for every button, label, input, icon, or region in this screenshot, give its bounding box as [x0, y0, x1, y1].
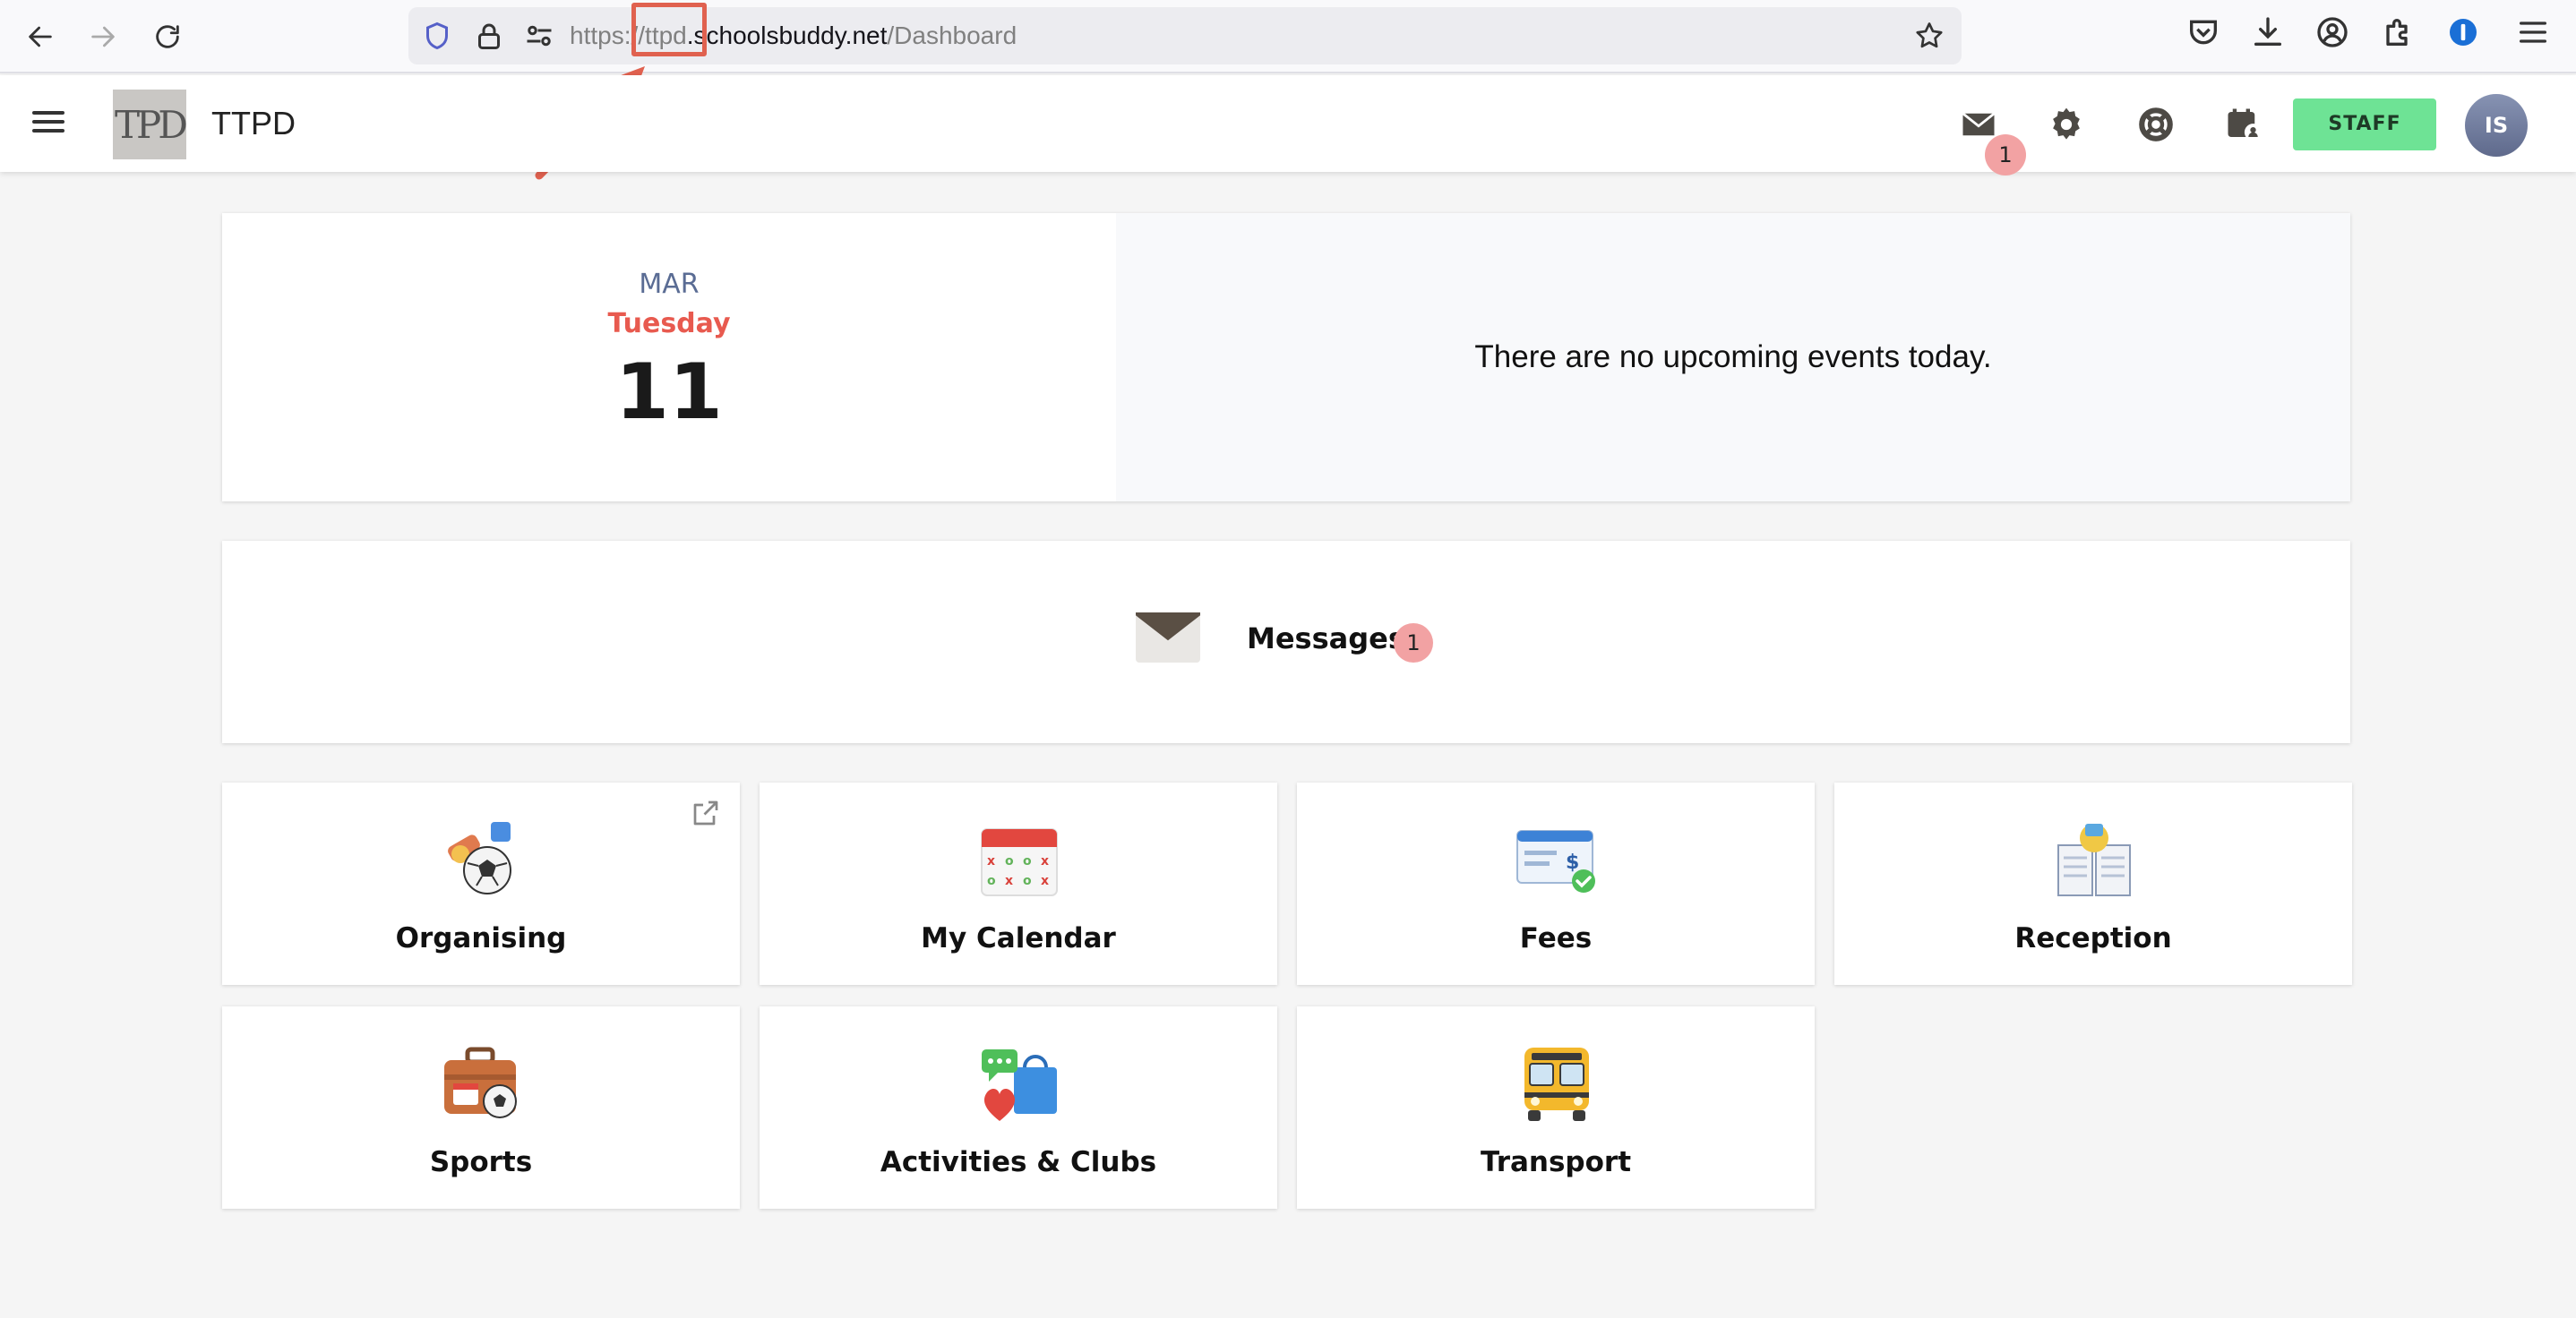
forward-button[interactable] — [79, 13, 127, 61]
tile-label: My Calendar — [921, 922, 1116, 954]
events-pane: There are no upcoming events today. — [1116, 213, 2350, 501]
logo-text: TPD — [115, 102, 188, 147]
lock-icon[interactable] — [473, 20, 505, 52]
app-name: TTPD — [211, 105, 296, 141]
messages-count-badge: 1 — [1394, 623, 1433, 663]
url-host: .schoolsbuddy.net — [686, 21, 888, 49]
envelope-icon — [1962, 112, 1996, 136]
svg-text:$: $ — [1566, 852, 1579, 874]
tile-my-calendar[interactable]: xoox oxox My Calendar — [760, 783, 1277, 985]
svg-text:o: o — [1023, 854, 1032, 869]
settings-button[interactable] — [2044, 102, 2089, 147]
date-pane: MAR Tuesday 11 — [222, 213, 1116, 501]
activities-icon — [982, 1049, 1057, 1121]
sports-bag-icon — [444, 1047, 517, 1118]
today-card: MAR Tuesday 11 There are no upcoming eve… — [222, 213, 2350, 501]
help-button[interactable] — [2134, 102, 2178, 147]
url-path: /Dashboard — [887, 21, 1018, 49]
shield-icon[interactable] — [421, 20, 453, 52]
tile-activities-clubs[interactable]: Activities & Clubs — [760, 1006, 1277, 1209]
svg-text:x: x — [1041, 874, 1049, 888]
tile-organising[interactable]: Organising — [222, 783, 740, 985]
account-icon[interactable] — [2314, 14, 2350, 50]
extensions-icon[interactable] — [2379, 14, 2415, 50]
school-bus-icon — [1524, 1048, 1589, 1121]
app-header: TPD TTPD — [0, 75, 2576, 172]
reload-icon — [156, 25, 179, 48]
svg-text:x: x — [1041, 854, 1049, 869]
school-logo[interactable]: TPD — [113, 90, 188, 159]
svg-text:x: x — [987, 854, 995, 869]
messages-notification-badge: 1 — [1985, 134, 2026, 175]
back-button[interactable] — [16, 13, 64, 61]
sports-balls-icon — [448, 822, 511, 894]
tile-label: Sports — [429, 1146, 533, 1178]
tile-label: Organising — [395, 922, 567, 954]
arrow-left-icon — [29, 26, 52, 47]
tile-label: Transport — [1480, 1146, 1632, 1178]
arrow-right-icon — [91, 26, 115, 47]
messages-label: Messages — [1247, 621, 1405, 655]
browser-toolbar: https://ttpd.schoolsbuddy.net/Dashboard — [0, 0, 2576, 73]
date-month: MAR — [639, 269, 700, 300]
date-weekday: Tuesday — [607, 308, 731, 339]
bookmark-star-icon[interactable] — [1913, 20, 1945, 52]
hamburger-menu-icon[interactable] — [32, 106, 72, 141]
envelope-icon — [1136, 612, 1200, 663]
reload-button[interactable] — [143, 13, 192, 61]
tile-transport[interactable]: Transport — [1297, 1006, 1815, 1209]
calendar-icon: xoox oxox — [981, 828, 1058, 896]
svg-text:o: o — [987, 874, 996, 888]
svg-text:x: x — [1005, 874, 1013, 888]
tile-fees[interactable]: $ Fees — [1297, 783, 1815, 985]
tile-label: Fees — [1519, 922, 1593, 954]
external-link-icon[interactable] — [690, 797, 722, 829]
password-manager-icon[interactable] — [2445, 14, 2481, 50]
permissions-icon[interactable] — [523, 20, 555, 52]
tile-sports[interactable]: Sports — [222, 1006, 740, 1209]
lifebuoy-icon — [2139, 107, 2173, 141]
user-avatar[interactable]: IS — [2465, 94, 2528, 157]
staff-role-button[interactable]: STAFF — [2293, 98, 2436, 150]
svg-text:o: o — [1005, 854, 1014, 869]
tile-reception[interactable]: Reception — [1834, 783, 2352, 985]
tile-label: Activities & Clubs — [880, 1146, 1157, 1178]
annotation-highlight-box — [631, 3, 707, 56]
date-day-number: 11 — [615, 347, 723, 437]
menu-icon[interactable] — [2515, 14, 2551, 50]
gear-icon — [2053, 107, 2080, 140]
download-icon[interactable] — [2250, 14, 2286, 50]
calendar-user-icon — [2228, 108, 2263, 141]
open-book-icon — [2057, 824, 2131, 896]
svg-text:o: o — [1023, 874, 1032, 888]
tile-label: Reception — [2014, 922, 2172, 954]
calendar-user-button[interactable] — [2221, 102, 2266, 147]
messages-card[interactable]: Messages 1 — [222, 541, 2350, 743]
cheque-icon: $ — [1516, 830, 1595, 893]
pocket-icon[interactable] — [2185, 14, 2221, 50]
no-events-message: There are no upcoming events today. — [1474, 339, 1992, 374]
